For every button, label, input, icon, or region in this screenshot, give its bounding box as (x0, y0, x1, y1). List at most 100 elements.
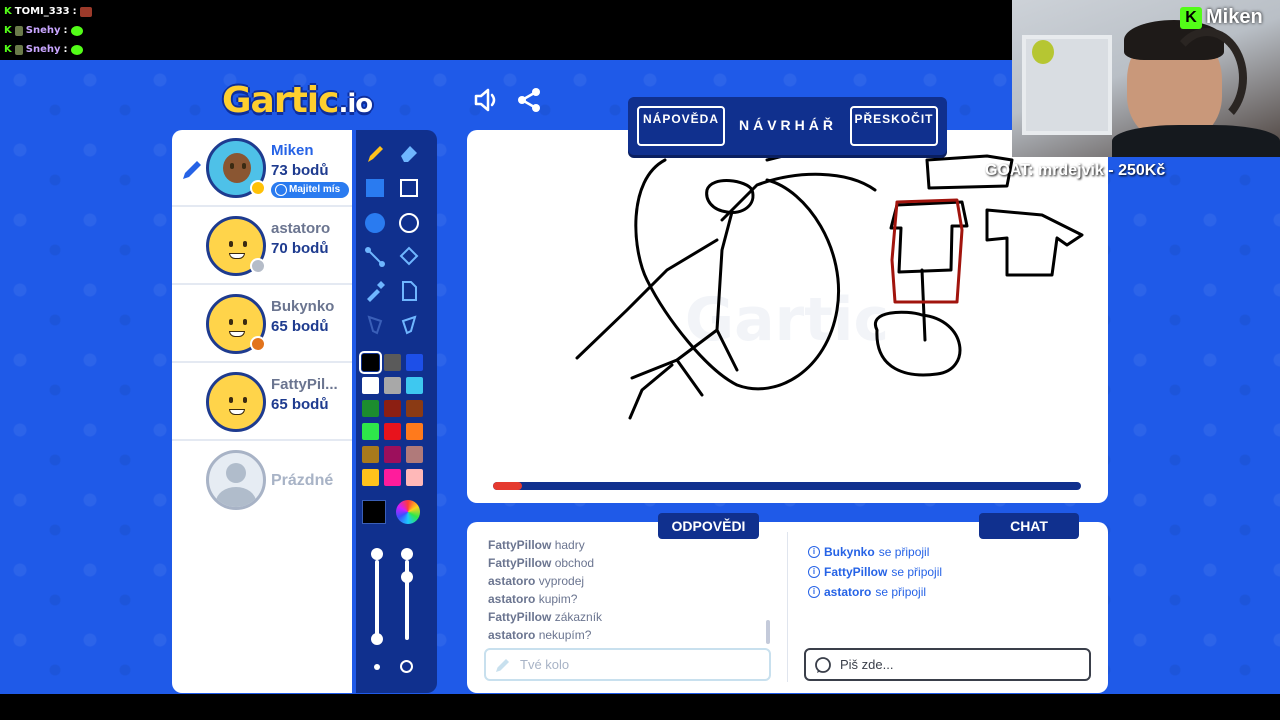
color-swatch[interactable] (362, 377, 379, 394)
status-dot (250, 258, 266, 274)
headphones (1167, 28, 1247, 128)
slider-knob[interactable] (371, 633, 383, 645)
color-swatch[interactable] (406, 400, 423, 417)
player-points: 65 bodů (271, 396, 329, 413)
watermark: Gartic (685, 285, 889, 355)
color-swatch[interactable] (384, 354, 401, 371)
rectangle-icon[interactable] (394, 173, 424, 203)
filled-circle-icon[interactable] (360, 208, 390, 238)
chat-user: Bukynko (824, 545, 875, 559)
undo-icon[interactable] (360, 310, 390, 340)
eraser-tool-icon[interactable] (394, 138, 424, 168)
avatar-eye (229, 397, 233, 403)
streamer-badge: K Miken (1180, 6, 1263, 29)
opacity-icon (400, 660, 413, 673)
answers-scrollbar[interactable] (766, 620, 770, 644)
answer-row: astatoro nekupím? (488, 628, 758, 646)
empty-avatar (206, 450, 266, 510)
sound-icon[interactable] (472, 86, 500, 114)
color-swatch[interactable] (362, 400, 379, 417)
slider-knob[interactable] (401, 548, 413, 560)
chat-row: i Bukynko se připojil (808, 542, 1098, 562)
color-swatch[interactable] (384, 469, 401, 486)
player-card[interactable]: Bukynko 65 bodů (172, 286, 352, 363)
answer-input[interactable]: Tvé kolo (484, 648, 771, 681)
eyedropper-icon[interactable] (360, 276, 390, 306)
player-card[interactable]: FattyPil... 65 bodů (172, 364, 352, 441)
brush-size-slider[interactable] (375, 560, 379, 640)
chat-input[interactable]: Piš zde... (804, 648, 1091, 681)
color-swatch[interactable] (406, 377, 423, 394)
color-swatch[interactable] (384, 446, 401, 463)
avatar-mouth (229, 253, 245, 259)
avatar-eye (229, 319, 233, 325)
color-swatch[interactable] (384, 377, 401, 394)
chat-row: i astatoro se připojil (808, 582, 1098, 602)
color-swatch[interactable] (384, 400, 401, 417)
drawing-canvas[interactable]: Gartic (467, 130, 1108, 503)
color-wheel-icon[interactable] (396, 500, 420, 524)
avatar-eye (229, 241, 233, 247)
line-tool-icon[interactable] (360, 242, 390, 272)
answer-user: FattyPillow (488, 610, 552, 624)
slider-knob[interactable] (371, 548, 383, 560)
avatar-eye (243, 397, 247, 403)
player-name: Miken (271, 142, 314, 159)
kick-icon: K (4, 44, 12, 55)
new-page-icon[interactable] (394, 276, 424, 306)
chat-tab[interactable]: CHAT (979, 513, 1079, 539)
stream-bottom-bar (0, 694, 1280, 720)
stream-chat-user: TOMI_333 (14, 6, 70, 17)
chat-bubble-icon (815, 657, 831, 673)
answer-row: FattyPillow hadry (488, 538, 758, 556)
gartic-logo[interactable]: Gartic.io (222, 80, 373, 121)
empty-slot: Prázdné (172, 442, 352, 519)
current-color-swatch[interactable] (362, 500, 386, 524)
chat-user: FattyPillow (824, 565, 888, 579)
fill-bucket-icon[interactable] (394, 242, 424, 272)
answer-user: astatoro (488, 592, 536, 606)
redo-icon[interactable] (394, 310, 424, 340)
players-panel: Miken 73 bodů Majitel mís astatoro 70 bo… (172, 130, 352, 693)
emote-icon (79, 6, 92, 17)
player-name: FattyPil... (271, 376, 338, 393)
player-card[interactable]: astatoro 70 bodů (172, 208, 352, 285)
word-to-draw: NÁVRHÁŘ (739, 117, 837, 133)
pencil-tool-icon[interactable] (360, 138, 390, 168)
answers-list: FattyPillow hadry FattyPillow obchod ast… (488, 538, 758, 646)
color-swatch[interactable] (362, 469, 379, 486)
figure (1032, 40, 1054, 64)
hint-box: NÁPOVĚDA NÁVRHÁŘ PŘESKOČIT (628, 97, 947, 155)
avatar-mouth (229, 409, 245, 415)
color-swatch[interactable] (362, 423, 379, 440)
owner-badge: Majitel mís (271, 182, 349, 198)
crown-icon (275, 184, 287, 196)
color-swatch[interactable] (384, 423, 401, 440)
empty-slot-label: Prázdné (271, 472, 334, 489)
answer-row: FattyPillow obchod (488, 556, 758, 574)
avatar-eye (230, 163, 234, 169)
color-swatch[interactable] (406, 446, 423, 463)
streamer-name: Miken (1206, 6, 1263, 28)
badge-icon (14, 25, 23, 36)
hint-button[interactable]: NÁPOVĚDA (637, 106, 725, 146)
avatar-eye (243, 241, 247, 247)
kick-icon: K (4, 6, 12, 17)
circle-icon[interactable] (394, 208, 424, 238)
avatar-eye (243, 319, 247, 325)
share-icon[interactable] (515, 86, 543, 114)
answer-user: astatoro (488, 628, 536, 642)
color-swatch[interactable] (406, 423, 423, 440)
color-swatch[interactable] (406, 354, 423, 371)
slider-knob[interactable] (401, 571, 413, 583)
color-swatch[interactable] (359, 351, 382, 374)
answers-tab[interactable]: ODPOVĚDI (658, 513, 759, 539)
skip-button[interactable]: PŘESKOČIT (850, 106, 938, 146)
color-swatch[interactable] (362, 446, 379, 463)
answer-user: FattyPillow (488, 538, 552, 552)
color-swatch[interactable] (406, 469, 423, 486)
panel-divider (787, 532, 788, 682)
filled-rectangle-icon[interactable] (360, 173, 390, 203)
status-dot (250, 336, 266, 352)
stream-chat-message: K Snehy : (4, 44, 83, 55)
